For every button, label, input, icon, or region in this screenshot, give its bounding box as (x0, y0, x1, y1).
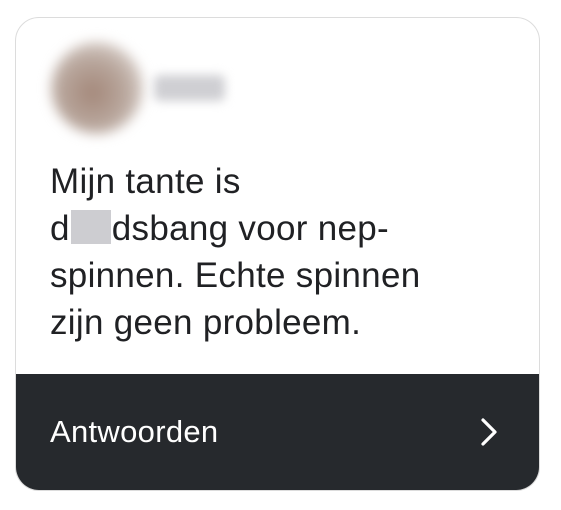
message-line-3: spinnen. Echte spinnen (50, 256, 421, 295)
username-blurred: elisoo (154, 75, 225, 101)
message-text: Mijn tante is d dsbang voor nep- spinnen.… (50, 158, 520, 346)
reply-button[interactable]: Antwoorden (16, 374, 539, 490)
chevron-right-icon (481, 418, 497, 446)
reply-label: Antwoorden (50, 414, 219, 449)
message-line-1: Mijn tante is (50, 162, 241, 201)
censor-block (70, 210, 111, 244)
card-header: elisoo (16, 18, 539, 138)
avatar (51, 42, 143, 134)
message-card: elisoo Mijn tante is d dsbang voor nep- s… (15, 17, 540, 491)
message-line-2: d dsbang voor nep- (50, 205, 520, 252)
message-line-4: zijn geen probleem. (50, 303, 362, 342)
message-line-2-end: dsbang voor nep- (111, 209, 389, 248)
message-line-2-start: d (50, 209, 70, 248)
